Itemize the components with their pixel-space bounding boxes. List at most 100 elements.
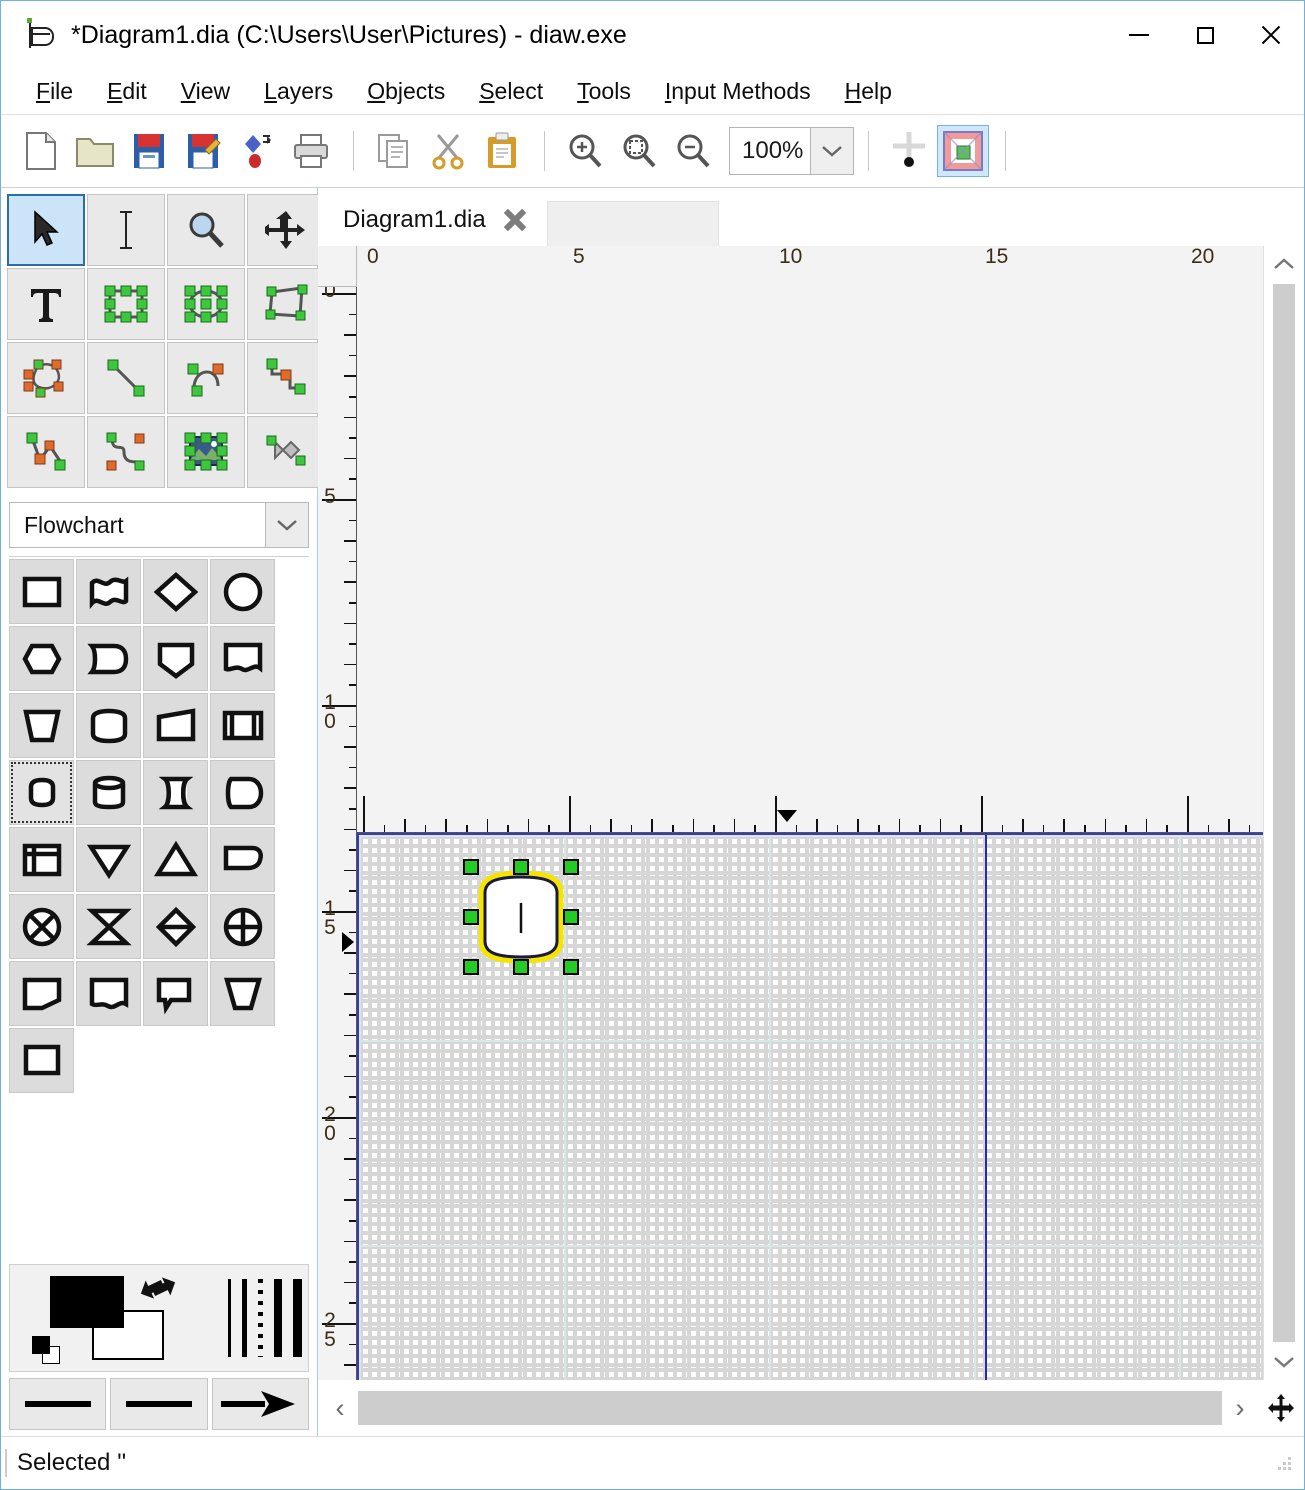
color-selector[interactable] [28,1268,196,1368]
snap-to-grid-icon[interactable] [883,125,935,177]
save-icon[interactable] [123,125,175,177]
resize-handle-sw[interactable] [463,958,479,975]
flowchart-delay[interactable] [76,626,141,691]
scroll-tool[interactable] [247,194,325,266]
menu-file[interactable]: File [19,74,90,109]
box-tool[interactable] [87,268,165,340]
flowchart-terminal[interactable] [9,760,74,825]
line-width-selector[interactable] [228,1278,302,1358]
menu-objects[interactable]: Objects [350,74,462,109]
zoom-in-icon[interactable] [559,125,611,177]
line-width-thick[interactable] [274,1279,282,1357]
flowchart-summing-junction[interactable] [210,894,275,959]
line-width-dashed[interactable] [258,1279,263,1357]
export-icon[interactable] [231,125,283,177]
flowchart-annotation[interactable] [143,961,208,1026]
flowchart-punched-tape[interactable] [76,559,141,624]
flowchart-magnetic-drum[interactable] [76,693,141,758]
flowchart-extract[interactable] [143,626,208,691]
open-folder-icon[interactable] [69,125,121,177]
polygon-tool[interactable] [247,268,325,340]
vertical-scrollbar[interactable] [1263,246,1304,1380]
snap-to-objects-icon[interactable] [937,125,989,177]
polyline-tool[interactable] [7,416,85,488]
zigzagline-tool[interactable] [247,342,325,414]
line-tool[interactable] [87,342,165,414]
tab-diagram1[interactable]: Diagram1.dia [324,193,547,246]
menu-input-methods[interactable]: Input Methods [648,74,828,109]
modify-tool[interactable] [7,194,85,266]
sheet-selector[interactable]: Flowchart [9,502,309,548]
flowchart-merge[interactable] [76,827,141,892]
resize-handle-n[interactable] [513,858,529,875]
resize-handle-nw[interactable] [463,858,479,875]
flowchart-offpage-connector[interactable] [9,961,74,1026]
cut-scissors-icon[interactable] [422,125,474,177]
horizontal-scrollbar[interactable]: ‹ › [318,1380,1304,1436]
zoom-out-icon[interactable] [667,125,719,177]
resize-handle-se[interactable] [563,958,579,975]
chevron-left-icon[interactable]: ‹ [322,1385,358,1431]
copy-icon[interactable] [368,125,420,177]
flowchart-decision[interactable] [143,559,208,624]
flowchart-magnetic-disk[interactable] [76,760,141,825]
arc-tool[interactable] [167,342,245,414]
magnify-tool[interactable] [167,194,245,266]
flowchart-manual-input[interactable] [143,693,208,758]
minimize-button[interactable] [1106,1,1172,69]
flowchart-or[interactable] [143,894,208,959]
flowchart-extract-triangle[interactable] [143,827,208,892]
resize-handle-ne[interactable] [563,858,579,875]
tab-close-icon[interactable] [500,205,530,235]
resize-handle-w[interactable] [463,908,479,925]
outline-tool[interactable] [247,416,325,488]
line-style-selector[interactable] [110,1378,208,1430]
flowchart-internal-storage[interactable] [9,827,74,892]
chevron-down-icon[interactable] [1264,1344,1304,1380]
zoom-level-combobox[interactable]: 100% [729,127,854,175]
line-width-thin[interactable] [228,1279,231,1357]
flowchart-direct-access-storage[interactable] [143,760,208,825]
pan-move-icon[interactable] [1258,1385,1304,1431]
resize-handle-e[interactable] [563,908,579,925]
flowchart-box[interactable] [9,1028,74,1093]
flowchart-manual-file[interactable] [210,961,275,1026]
flowchart-process[interactable] [9,559,74,624]
reset-colors-fg-icon[interactable] [32,1336,50,1354]
image-tool[interactable] [167,416,245,488]
menu-select[interactable]: Select [462,74,560,109]
line-width-medium[interactable] [242,1279,247,1357]
flowchart-manual-operation[interactable] [9,693,74,758]
menu-edit[interactable]: Edit [90,74,164,109]
vertical-scroll-thumb[interactable] [1273,284,1295,1342]
paste-clipboard-icon[interactable] [476,125,528,177]
chevron-down-icon[interactable] [810,128,853,174]
flowchart-sort[interactable] [76,894,141,959]
chevron-up-icon[interactable] [1264,246,1304,282]
ellipse-tool[interactable] [167,268,245,340]
chevron-down-icon[interactable] [265,503,308,547]
flowchart-display[interactable] [210,760,275,825]
bezierline-tool[interactable] [87,416,165,488]
end-arrow-selector[interactable] [211,1378,309,1430]
menu-tools[interactable]: Tools [560,74,648,109]
close-button[interactable] [1238,1,1304,69]
foreground-color-swatch[interactable] [50,1276,124,1328]
line-width-thicker[interactable] [293,1279,302,1357]
flowchart-transmittal-tape[interactable] [210,827,275,892]
maximize-button[interactable] [1172,1,1238,69]
print-icon[interactable] [285,125,337,177]
text-edit-tool[interactable] [87,194,165,266]
start-arrow-selector[interactable] [9,1378,107,1430]
new-icon[interactable] [15,125,67,177]
flowchart-preparation[interactable] [9,626,74,691]
beziergon-tool[interactable] [7,342,85,414]
zoom-fit-icon[interactable] [613,125,665,177]
flowchart-terminal-shape[interactable] [463,858,579,975]
save-as-icon[interactable] [177,125,229,177]
resize-handle-s[interactable] [513,958,529,975]
chevron-right-icon[interactable]: › [1222,1385,1258,1431]
flowchart-collate[interactable] [9,894,74,959]
flowchart-card[interactable] [76,961,141,1026]
flowchart-document[interactable] [210,626,275,691]
